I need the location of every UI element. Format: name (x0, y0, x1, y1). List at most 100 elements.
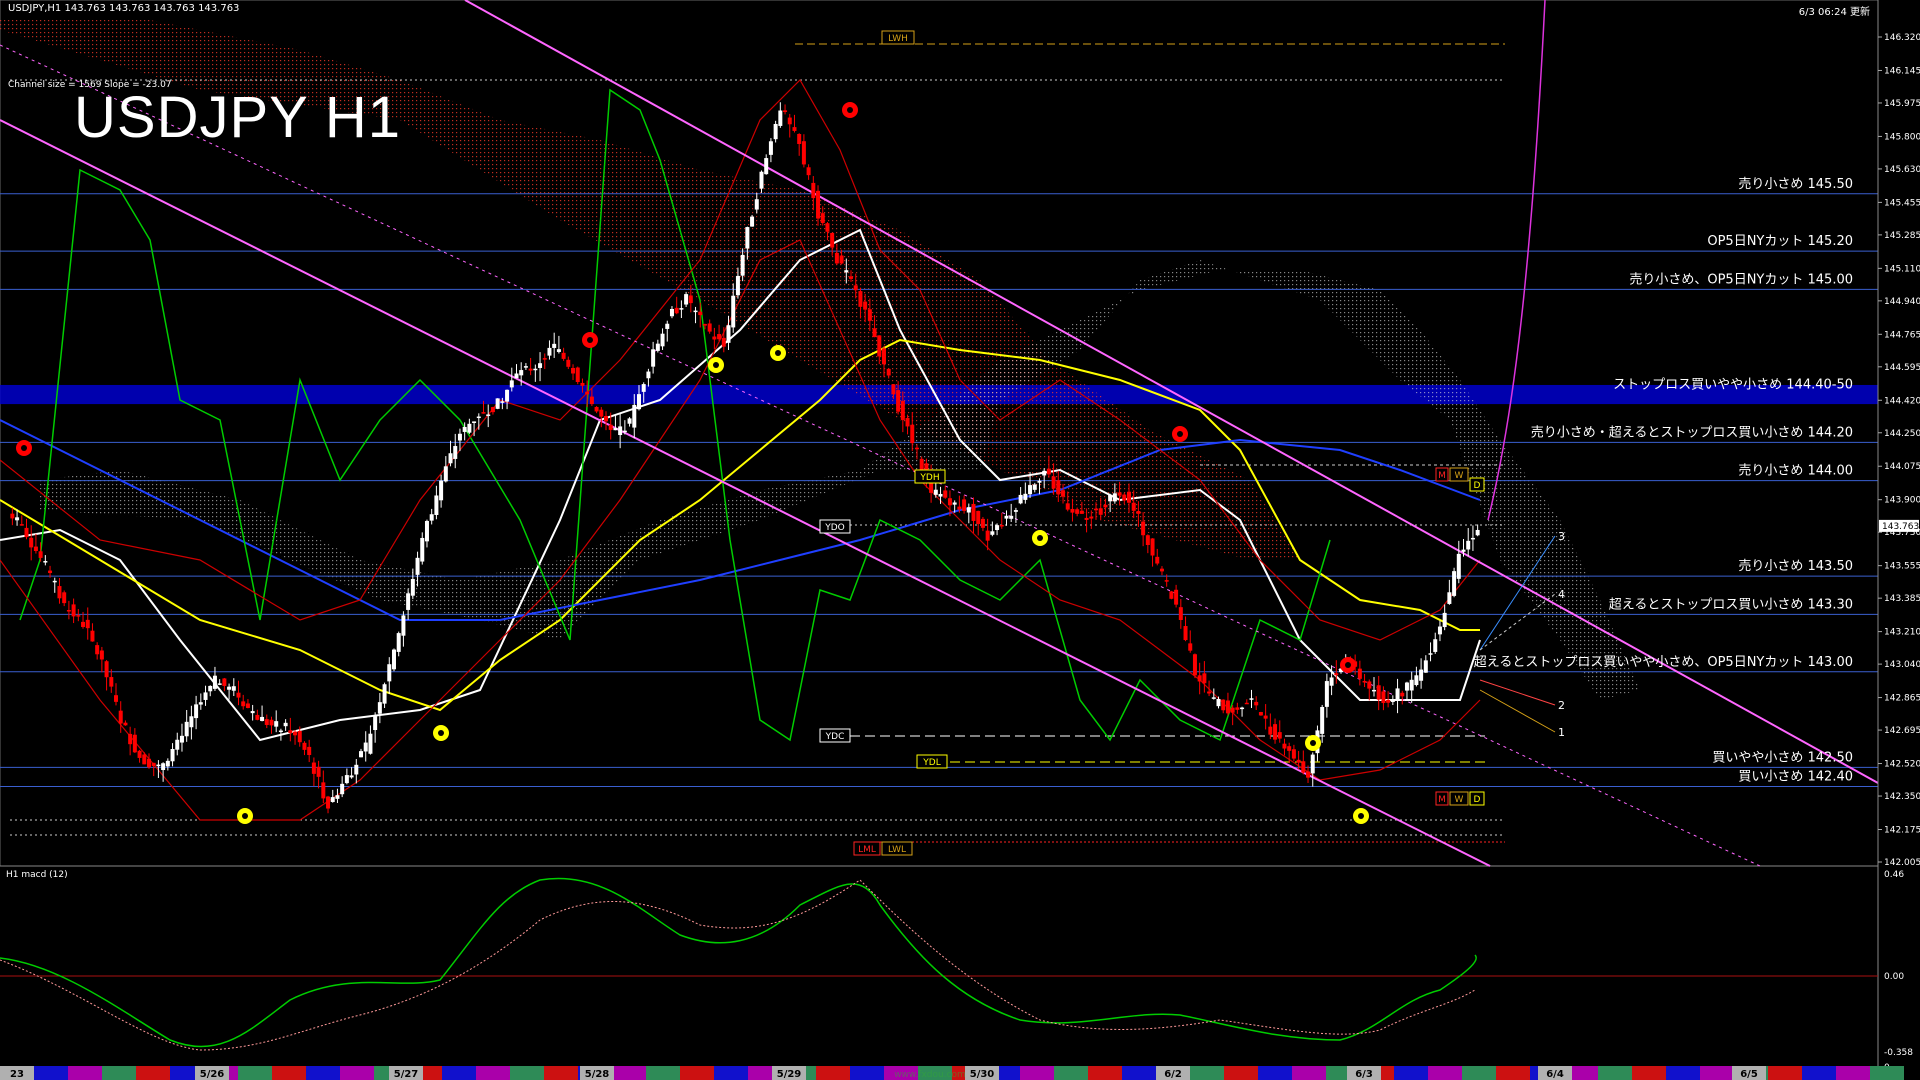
candle-body (811, 182, 816, 199)
candle-body (1362, 680, 1367, 683)
candle-body (448, 453, 453, 464)
candle-body (962, 499, 967, 511)
date-segment (476, 1066, 510, 1080)
candle-body (1141, 521, 1146, 536)
candle-body (523, 366, 528, 368)
candle-body (910, 424, 915, 444)
level-label: 買い小さめ 142.40 (1738, 769, 1853, 784)
candle-body (302, 742, 307, 750)
candle-body (231, 686, 236, 691)
signal-marker-dot (1037, 535, 1043, 541)
date-label: 5/28 (585, 1069, 610, 1080)
level-label: 売り小さめ・超えるとストップロス買い小さめ 144.20 (1531, 424, 1853, 440)
signal-marker-dot (847, 107, 853, 113)
candle-body (971, 503, 976, 521)
candle-body (420, 537, 425, 562)
price-tick-label: 142.005 (1884, 858, 1920, 868)
candle-body (326, 796, 331, 809)
candle-body (184, 721, 189, 737)
price-tick-label: 142.350 (1884, 792, 1920, 802)
candle-body (344, 775, 349, 784)
candle-body (731, 295, 736, 328)
candle-body (571, 367, 576, 374)
lml-tag: LML (858, 845, 876, 855)
price-chart[interactable]: LWHYDHYDOYDCYDLLML LWLM WDM W D3421 売り小さめ 14… (0, 0, 1920, 1080)
candle-body (439, 480, 444, 501)
candle-body (707, 323, 712, 332)
candle-body (481, 412, 486, 414)
candle-body (844, 270, 849, 273)
candle-body (599, 409, 604, 417)
candle-body (1287, 746, 1292, 751)
candle-body (787, 117, 792, 125)
date-segment (136, 1066, 170, 1080)
candle-body (745, 227, 750, 249)
projection-label: 2 (1558, 699, 1565, 712)
candle-body (146, 758, 151, 768)
candle-body (712, 336, 717, 340)
candle-body (881, 348, 886, 365)
candle-body (721, 337, 726, 347)
candle-body (1174, 589, 1179, 605)
price-tick-label: 145.800 (1884, 132, 1920, 142)
candle-body (1428, 653, 1433, 655)
price-tick-label: 143.555 (1884, 562, 1920, 572)
date-segment (1632, 1066, 1666, 1080)
candle-body (1400, 692, 1405, 697)
candle-body (10, 513, 15, 519)
candle-body (382, 684, 387, 704)
date-segment (850, 1066, 884, 1080)
price-tick-label: 143.385 (1884, 594, 1920, 604)
candle-body (260, 716, 265, 721)
candle-body (283, 722, 288, 727)
candle-body (189, 716, 194, 728)
candle-body (674, 307, 679, 314)
candle-body (641, 384, 646, 392)
candle-body (514, 373, 519, 379)
price-tick-label: 142.175 (1884, 825, 1920, 835)
candle-body (1108, 494, 1113, 502)
candle-body (519, 370, 524, 376)
candle-body (1103, 504, 1108, 508)
price-tick-label: 145.455 (1884, 198, 1920, 208)
candle-body (538, 363, 543, 368)
candle-body (1112, 493, 1117, 502)
date-label: 6/4 (1546, 1069, 1564, 1080)
price-tick-label: 146.320 (1884, 33, 1920, 43)
date-segment (1496, 1066, 1530, 1080)
candle-body (217, 683, 222, 685)
candle-body (651, 349, 656, 367)
candle-body (505, 389, 510, 402)
candle-body (99, 650, 104, 660)
candle-body (1334, 673, 1339, 676)
candle-body (1202, 673, 1207, 684)
candle-body (1098, 508, 1103, 515)
candle-body (1240, 707, 1245, 710)
date-segment (1700, 1066, 1734, 1080)
lwl-tag: LWL (888, 845, 906, 855)
candle-body (839, 255, 844, 264)
m-tag-high: M (1438, 471, 1446, 481)
candle-body (1094, 508, 1099, 511)
candle-body (66, 610, 71, 612)
date-label: 5/30 (970, 1069, 995, 1080)
date-label: 23 (10, 1069, 24, 1080)
candle-body (830, 233, 835, 248)
candle-body (1273, 724, 1278, 740)
candle-body (1456, 553, 1461, 579)
chart-title: USDJPY H1 (74, 85, 402, 150)
candle-body (198, 702, 203, 705)
candle-body (368, 733, 373, 754)
candle-body (896, 390, 901, 412)
candle-body (1254, 701, 1259, 706)
date-segment (1258, 1066, 1292, 1080)
candle-body (19, 524, 24, 526)
price-axis: 146.320 146.145 145.975 145.800 145.630 145.4… (1877, 0, 1920, 1066)
candle-body (1061, 490, 1066, 497)
candle-body (71, 604, 76, 617)
candle-body (476, 416, 481, 419)
candle-body (48, 570, 53, 574)
candle-body (1207, 691, 1212, 694)
candle-body (980, 518, 985, 528)
candle-body (250, 711, 255, 714)
